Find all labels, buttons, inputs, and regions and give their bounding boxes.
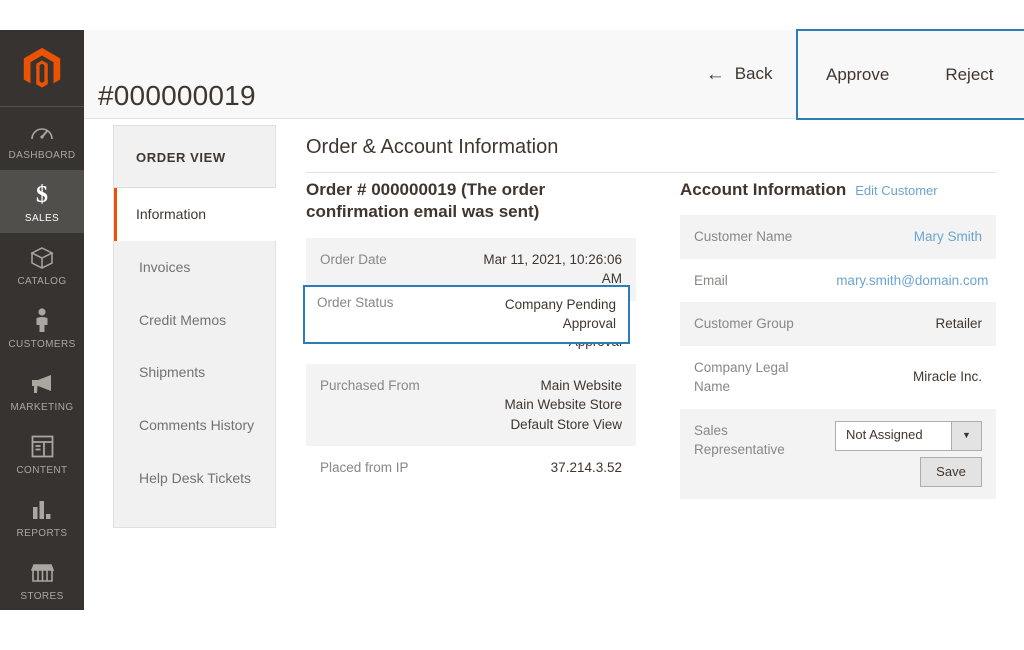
sidebar-item-stores[interactable]: STORES (0, 547, 84, 610)
sales-rep-control: Not Assigned ▼ Save (835, 420, 982, 487)
admin-order-page: DASHBOARD $ SALES CATALOG CUSTOMERS MARK… (0, 0, 1024, 650)
dollar-sign-icon: $ (36, 182, 48, 209)
order-view-item-invoices[interactable]: Invoices (114, 241, 275, 294)
table-row: Purchased From Main Website Main Website… (306, 363, 636, 446)
row-value: mary.smith@domain.com (822, 259, 996, 302)
dashboard-gauge-icon (29, 119, 55, 145)
bar-chart-icon (31, 497, 53, 523)
storefront-icon (30, 560, 55, 586)
reject-button-visible[interactable]: Reject (917, 31, 1021, 119)
sidebar-item-customers[interactable]: CUSTOMERS (0, 295, 84, 358)
account-block-header: Account Information Edit Customer (680, 179, 996, 201)
back-button[interactable]: ← Back (678, 30, 801, 118)
row-label: Placed from IP (320, 459, 409, 475)
row-value: 37.214.3.52 (550, 459, 622, 475)
order-information-block: Order # 000000019 (The order confirmatio… (306, 179, 636, 489)
account-information-table: Customer Name Mary Smith Email mary.smit… (680, 215, 996, 499)
account-information-block: Account Information Edit Customer Custom… (680, 179, 996, 499)
sidebar-label: CATALOG (17, 276, 67, 287)
order-view-item-comments-history[interactable]: Comments History (114, 399, 275, 452)
chevron-down-icon[interactable]: ▼ (951, 421, 981, 450)
sidebar-label: CONTENT (16, 464, 68, 476)
person-icon (33, 308, 51, 334)
megaphone-icon (29, 371, 55, 397)
order-view-item-shipments[interactable]: Shipments (114, 346, 275, 399)
admin-sidebar: DASHBOARD $ SALES CATALOG CUSTOMERS MARK… (0, 30, 84, 610)
page-title: #000000019 (98, 80, 256, 111)
row-label: Customer Group (694, 316, 794, 332)
table-row: Customer Name Mary Smith (680, 215, 996, 259)
sales-rep-select[interactable]: Not Assigned ▼ (835, 420, 982, 451)
sidebar-item-catalog[interactable]: CATALOG (0, 233, 84, 296)
sidebar-item-sales[interactable]: $ SALES (0, 169, 84, 233)
table-row: Customer Group Retailer (680, 302, 996, 346)
main-content: ORDER VIEW Information Invoices Credit M… (84, 119, 1024, 650)
row-value: Miracle Inc. (912, 369, 982, 385)
sidebar-item-reports[interactable]: REPORTS (0, 484, 84, 547)
sidebar-item-dashboard[interactable]: DASHBOARD (0, 107, 84, 170)
layout-page-icon (31, 434, 54, 460)
sidebar-label: MARKETING (10, 401, 74, 413)
row-value: Mar 11, 2021, 10:26:06 AM (483, 251, 622, 287)
sales-rep-selected-value: Not Assigned (836, 421, 951, 450)
row-label: Sales Representative (694, 422, 785, 458)
row-value: Not Assigned ▼ Save (822, 409, 996, 499)
row-label: Order Date (320, 251, 387, 267)
row-value: Main Website Main Website Store Default … (504, 377, 622, 432)
row-value: Company Pending Approval (510, 314, 622, 350)
sidebar-label: DASHBOARD (8, 150, 76, 162)
order-view-item-help-desk-tickets[interactable]: Help Desk Tickets (114, 452, 275, 505)
magento-logo-cell[interactable] (0, 30, 84, 107)
sidebar-item-content[interactable]: CONTENT (0, 421, 84, 484)
sidebar-label: SALES (24, 213, 60, 225)
row-label: Purchased From (320, 377, 420, 393)
table-row: Order Date Mar 11, 2021, 10:26:06 AM (306, 237, 636, 301)
table-row: Company Legal Name Miracle Inc. (680, 346, 996, 409)
sidebar-label: STORES (20, 590, 64, 602)
row-value: Mary Smith (822, 215, 996, 258)
row-label: Order Status (320, 314, 397, 330)
arrow-left-icon: ← (705, 63, 725, 85)
order-information-table: Order Date Mar 11, 2021, 10:26:06 AM Ord… (306, 237, 636, 490)
order-view-panel: ORDER VIEW Information Invoices Credit M… (113, 125, 276, 528)
approve-reject-highlight: Approve Reject (796, 29, 1024, 120)
account-block-title: Account Information (680, 180, 847, 199)
back-button-label: Back (734, 64, 773, 83)
table-row-sales-representative: Sales Representative Not Assigned ▼ Save (680, 408, 996, 499)
order-block-title: Order # 000000019 (The order confirmatio… (306, 180, 546, 222)
sidebar-label: REPORTS (16, 527, 68, 539)
row-label: Email (694, 272, 728, 288)
row-label: Customer Name (694, 229, 793, 245)
box-icon (30, 245, 54, 271)
table-row: Order Status Company Pending Approval (306, 301, 636, 364)
row-label: Company Legal Name (694, 359, 789, 395)
edit-customer-link[interactable]: Edit Customer (855, 182, 937, 199)
approve-button-visible[interactable]: Approve (798, 31, 917, 119)
table-row: Email mary.smith@domain.com (680, 259, 996, 302)
order-view-item-credit-memos[interactable]: Credit Memos (114, 294, 275, 347)
row-value: Retailer (935, 316, 982, 332)
save-button[interactable]: Save (920, 456, 982, 487)
magento-logo (19, 45, 65, 91)
reject-button-label: Reject (945, 64, 994, 84)
order-view-title: ORDER VIEW (114, 126, 275, 188)
sidebar-label: CUSTOMERS (8, 338, 76, 350)
customer-email-link[interactable]: mary.smith@domain.com (836, 273, 988, 288)
customer-name-link[interactable]: Mary Smith (914, 229, 982, 244)
sidebar-item-marketing[interactable]: MARKETING (0, 358, 84, 421)
table-row: Placed from IP 37.214.3.52 (306, 446, 636, 489)
order-view-item-information[interactable]: Information (114, 188, 276, 241)
section-heading: Order & Account Information (306, 136, 996, 173)
approve-button-label: Approve (826, 64, 890, 84)
